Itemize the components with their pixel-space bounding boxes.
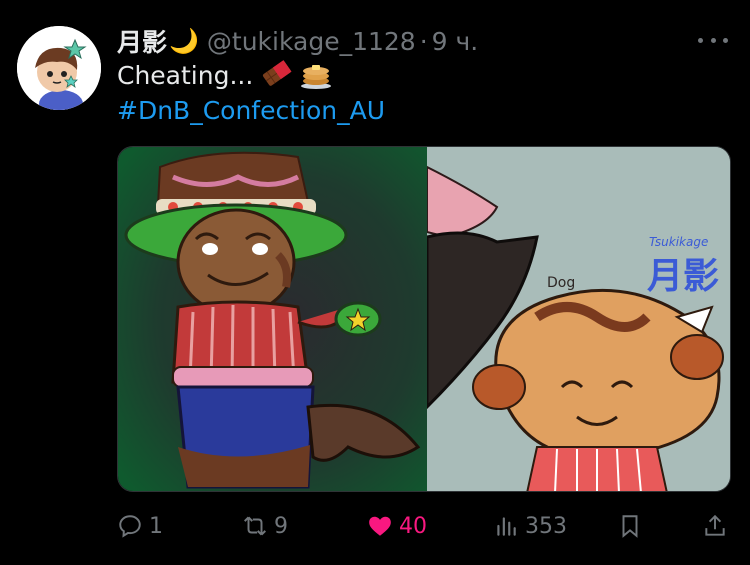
separator-dot: · <box>419 26 428 56</box>
reply-icon <box>119 515 141 538</box>
views-button[interactable]: 353 <box>493 506 567 546</box>
tweet-text-line: Cheating... <box>117 60 333 90</box>
like-count: 40 <box>399 513 427 539</box>
more-dot-icon <box>698 37 703 43</box>
chocolate-bar-icon <box>263 60 292 86</box>
more-options-icon[interactable] <box>698 28 728 52</box>
retweet-count: 9 <box>274 513 288 539</box>
bookmark-icon <box>622 515 638 538</box>
views-count: 353 <box>525 513 567 539</box>
pancakes-icon <box>301 65 332 89</box>
character-illustration-right <box>425 147 730 491</box>
tweet-actions: 1 9 40 353 <box>117 506 733 546</box>
bookmark-button[interactable] <box>617 506 643 546</box>
more-dot-icon <box>723 37 728 43</box>
views-icon <box>497 517 516 536</box>
media-image-right[interactable]: Tsukikage 月影 Dog <box>425 147 730 491</box>
user-handle[interactable]: @tukikage_1128 <box>207 27 416 56</box>
hashtag-link[interactable]: #DnB_Confection_AU <box>117 96 385 125</box>
avatar[interactable] <box>17 26 101 110</box>
tweet-text: Cheating... <box>117 60 254 90</box>
tweet-media[interactable]: Tsukikage 月影 Dog <box>117 146 731 492</box>
display-name[interactable]: 月影 <box>117 23 167 59</box>
share-icon <box>705 514 725 536</box>
media-image-left[interactable] <box>118 147 427 491</box>
dog-label: Dog <box>547 275 576 291</box>
share-button[interactable] <box>702 506 728 546</box>
more-dot-icon <box>710 37 716 43</box>
retweet-button[interactable]: 9 <box>242 506 288 546</box>
character-illustration-left <box>118 147 427 491</box>
reply-button[interactable]: 1 <box>117 506 163 546</box>
heart-icon <box>369 516 391 536</box>
tweet-timestamp[interactable]: 9 ч. <box>432 27 479 56</box>
tweet-header: 月影 🌙 @tukikage_1128 · 9 ч. <box>117 24 478 58</box>
avatar-image <box>17 26 101 110</box>
reply-count: 1 <box>149 513 163 539</box>
moon-emoji-icon: 🌙 <box>169 27 199 55</box>
retweet-icon <box>244 516 266 536</box>
watermark-kanji: 月影 <box>647 256 720 297</box>
like-button[interactable]: 40 <box>367 506 427 546</box>
